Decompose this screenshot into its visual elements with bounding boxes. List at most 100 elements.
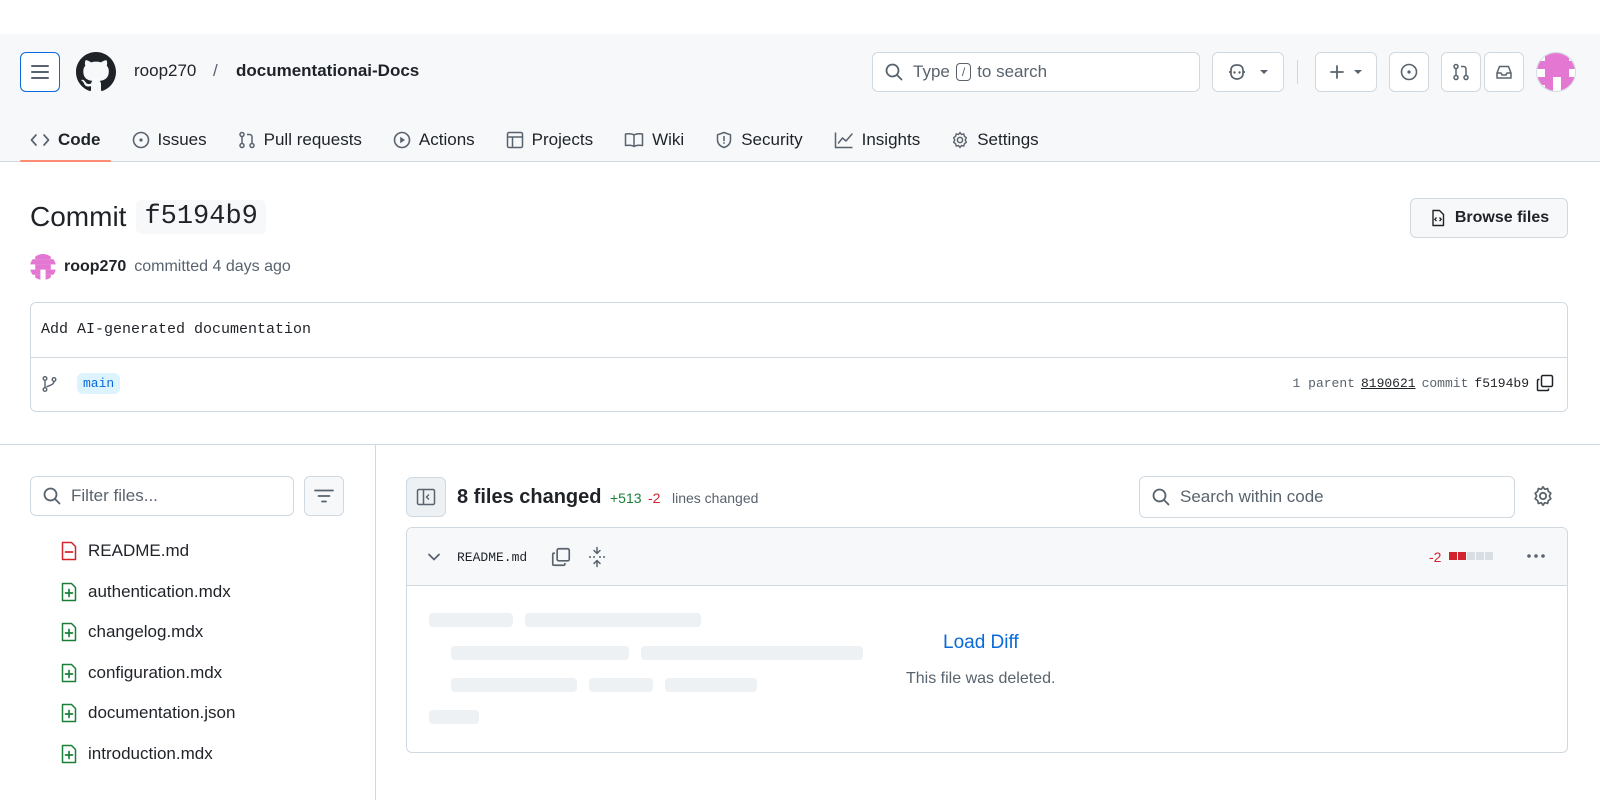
- tab-settings[interactable]: Settings: [941, 118, 1048, 162]
- tab-issues[interactable]: Issues: [122, 118, 217, 162]
- filter-options-button[interactable]: [304, 476, 344, 516]
- code-icon: [30, 134, 50, 146]
- create-new-button[interactable]: [1315, 52, 1377, 92]
- diff-deletions: -2: [1429, 549, 1442, 565]
- tab-security[interactable]: Security: [705, 118, 812, 162]
- tab-issues-label: Issues: [157, 130, 207, 149]
- lines-changed-label: lines changed: [672, 490, 759, 506]
- commit-box-divider: [31, 357, 1567, 358]
- search-within-code-input[interactable]: Search within code: [1139, 476, 1515, 518]
- file-item-configuration[interactable]: configuration.mdx: [60, 653, 235, 694]
- tab-code[interactable]: Code: [20, 118, 111, 162]
- file-diff-added-icon: [61, 744, 77, 763]
- tab-projects[interactable]: Projects: [496, 118, 603, 162]
- commit-title-prefix: Commit: [30, 201, 127, 232]
- browse-files-label: Browse files: [1454, 209, 1550, 226]
- identicon-icon: [30, 254, 56, 280]
- file-diff-card: README.md -2 Load Diff This file was del…: [406, 527, 1568, 753]
- commit-label: commit: [1421, 375, 1469, 391]
- expand-icon[interactable]: [587, 546, 607, 568]
- pull-requests-shortcut-button[interactable]: [1441, 52, 1481, 92]
- header-divider: [1297, 60, 1298, 84]
- file-name: README.md: [88, 541, 190, 561]
- author-name[interactable]: roop270: [64, 258, 126, 276]
- tab-pull-requests-label: Pull requests: [263, 130, 362, 149]
- repo-tabs: Code Issues Pull requests Actions Projec…: [20, 118, 1060, 162]
- diffstat-deleted-square: [1449, 552, 1457, 560]
- menu-button[interactable]: [20, 52, 60, 92]
- diff-file-name[interactable]: README.md: [457, 550, 527, 565]
- skeleton-line: [429, 710, 479, 724]
- browse-files-button[interactable]: Browse files: [1410, 198, 1568, 238]
- commit-time: committed 4 days ago: [134, 258, 291, 275]
- author-avatar[interactable]: [30, 254, 56, 280]
- tab-pull-requests[interactable]: Pull requests: [228, 118, 372, 162]
- gear-icon: [953, 131, 968, 149]
- page-title: Commit f5194b9: [30, 200, 266, 234]
- issue-icon: [1400, 63, 1418, 81]
- toggle-file-tree-button[interactable]: [406, 477, 446, 517]
- tab-actions-label: Actions: [418, 130, 475, 149]
- files-changed-count: 8 files changed: [457, 486, 602, 508]
- chevron-down-icon[interactable]: [427, 550, 441, 564]
- skeleton-line: [525, 613, 701, 627]
- kebab-horizontal-icon[interactable]: [1525, 545, 1547, 567]
- graph-icon: [834, 132, 853, 149]
- diffstat-bar: [1449, 552, 1493, 560]
- file-item-introduction[interactable]: introduction.mdx: [60, 734, 235, 775]
- github-logo-icon[interactable]: [76, 52, 116, 92]
- diffstat-neutral-square: [1476, 552, 1484, 560]
- skeleton-line: [451, 678, 577, 692]
- changed-files-tree: README.md authentication.mdx changelog.m…: [60, 531, 235, 774]
- filter-files-input[interactable]: Filter files...: [30, 476, 294, 516]
- user-avatar[interactable]: [1536, 52, 1576, 92]
- tab-wiki[interactable]: Wiki: [614, 118, 694, 162]
- filter-placeholder: Filter files...: [71, 486, 158, 505]
- sidebar-divider: [375, 444, 376, 800]
- tab-wiki-label: Wiki: [652, 130, 685, 149]
- deletions-count: -2: [648, 490, 661, 506]
- plus-icon: [1330, 65, 1344, 79]
- search-icon: [885, 63, 903, 81]
- file-item-authentication[interactable]: authentication.mdx: [60, 572, 235, 613]
- search-shortcut-key: /: [955, 63, 972, 81]
- copy-icon[interactable]: [1535, 373, 1555, 393]
- search-suffix: to search: [977, 62, 1048, 81]
- chevron-down-icon: [1260, 70, 1268, 74]
- file-item-documentation[interactable]: documentation.json: [60, 693, 235, 734]
- file-item-readme[interactable]: README.md: [60, 531, 235, 572]
- file-diff-header: README.md -2: [407, 528, 1567, 586]
- file-deleted-note: This file was deleted.: [906, 670, 1056, 687]
- tab-insights[interactable]: Insights: [824, 118, 931, 162]
- skeleton-line: [665, 678, 757, 692]
- diffstat-deleted-square: [1458, 552, 1466, 560]
- copilot-button[interactable]: [1212, 52, 1284, 92]
- table-icon: [506, 131, 523, 149]
- chevron-down-icon: [1354, 70, 1362, 74]
- gear-icon[interactable]: [1532, 485, 1554, 507]
- identicon-icon: [1537, 53, 1575, 91]
- inbox-button[interactable]: [1484, 52, 1524, 92]
- pull-request-icon: [1453, 63, 1469, 81]
- tab-security-label: Security: [741, 130, 803, 149]
- issue-icon: [132, 131, 149, 149]
- file-code-icon: [1432, 209, 1445, 227]
- tab-projects-label: Projects: [531, 130, 594, 149]
- breadcrumb-owner[interactable]: roop270: [134, 61, 196, 81]
- global-search[interactable]: Type / to search: [872, 52, 1200, 92]
- load-diff-link[interactable]: Load Diff: [943, 632, 1019, 654]
- tab-actions[interactable]: Actions: [383, 118, 485, 162]
- file-diff-removed-icon: [61, 542, 77, 561]
- issues-shortcut-button[interactable]: [1389, 52, 1429, 92]
- additions-count: +513: [610, 490, 642, 506]
- commit-author-row: roop270 committed 4 days ago: [30, 254, 291, 280]
- copy-icon[interactable]: [550, 546, 572, 568]
- file-item-changelog[interactable]: changelog.mdx: [60, 612, 235, 653]
- content-divider: [0, 444, 1600, 445]
- skeleton-line: [589, 678, 653, 692]
- parent-sha-link[interactable]: 8190621: [1361, 376, 1416, 391]
- breadcrumb-repo[interactable]: documentationai-Docs: [236, 61, 419, 81]
- search-prefix: Type: [913, 62, 950, 81]
- branch-label[interactable]: main: [77, 373, 121, 394]
- play-icon: [393, 131, 411, 149]
